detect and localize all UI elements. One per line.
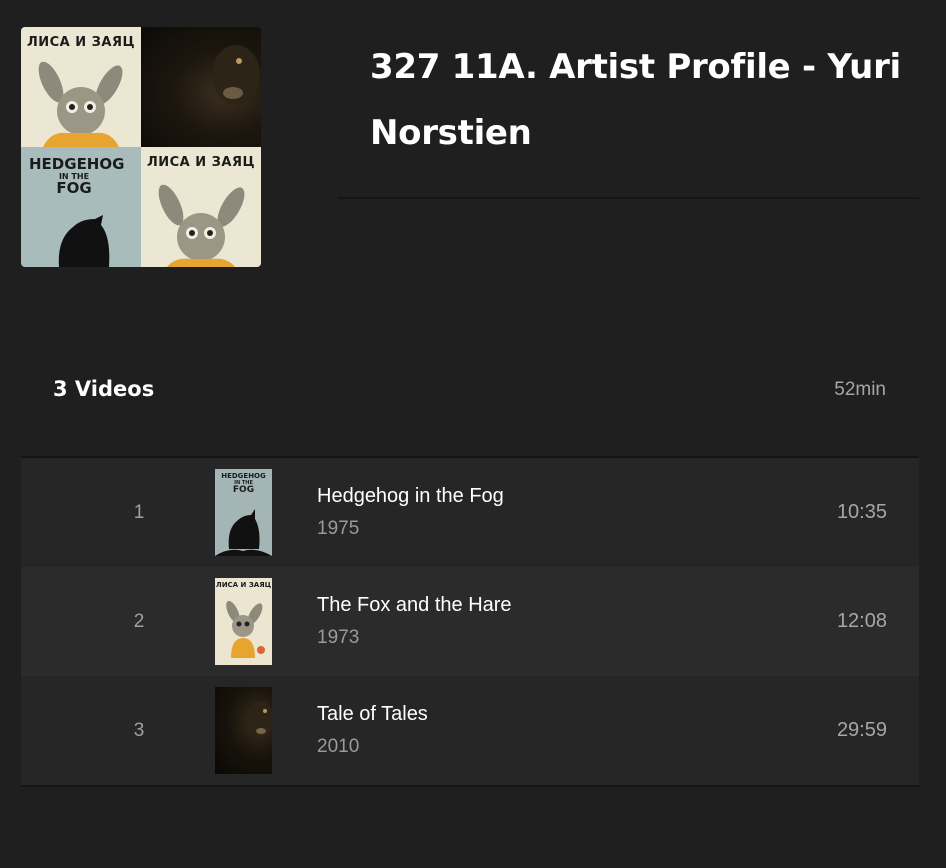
playlist-title-block: 327 11A. Artist Profile - Yuri Norstien (370, 34, 910, 166)
playlist-page: ЛИСА И ЗАЯЦ HEDGEHOG IN THE FOG ЛИСА И З… (0, 0, 946, 868)
list-divider-bottom (21, 785, 919, 787)
video-thumbnail[interactable] (215, 687, 272, 774)
video-row[interactable]: 1 HEDGEHOG IN THE FOG Hedgehog in the Fo… (21, 458, 919, 567)
video-row[interactable]: 2 ЛИСА И ЗАЯЦ The Fox and the Hare 1973 … (21, 567, 919, 676)
video-title[interactable]: Hedgehog in the Fog (317, 485, 504, 508)
cover-tile-label: HEDGEHOG IN THE FOG (29, 155, 125, 197)
video-year: 1975 (317, 518, 360, 539)
video-year: 2010 (317, 736, 360, 757)
header-divider (338, 197, 919, 199)
video-duration: 10:35 (836, 501, 887, 523)
wolf-illustration-icon (249, 701, 272, 737)
wolf-illustration-icon (212, 45, 260, 105)
video-thumbnail[interactable]: HEDGEHOG IN THE FOG (215, 469, 272, 556)
video-duration: 12:08 (836, 610, 887, 632)
video-year: 1973 (317, 627, 360, 648)
video-number: 2 (133, 610, 145, 632)
thumbnail-label: HEDGEHOG IN THE FOG (221, 472, 266, 495)
playlist-title: 327 11A. Artist Profile - Yuri Norstien (370, 47, 901, 153)
video-title[interactable]: Tale of Tales (317, 703, 428, 726)
playlist-cover-art[interactable]: ЛИСА И ЗАЯЦ HEDGEHOG IN THE FOG ЛИСА И З… (21, 27, 261, 267)
cover-tile-hedgehog-in-the-fog: HEDGEHOG IN THE FOG (21, 147, 141, 267)
video-duration: 29:59 (836, 719, 887, 741)
video-row[interactable]: 3 Tale of Tales 2010 29:59 (21, 676, 919, 785)
cover-tile-label: ЛИСА И ЗАЯЦ (26, 35, 136, 50)
total-duration: 52min (834, 379, 886, 400)
thumbnail-label: ЛИСА И ЗАЯЦ (215, 581, 272, 589)
video-thumbnail[interactable]: ЛИСА И ЗАЯЦ (215, 578, 272, 665)
video-number: 1 (133, 501, 145, 523)
video-title[interactable]: The Fox and the Hare (317, 594, 512, 617)
cover-tile-tale-of-tales (141, 27, 261, 147)
cover-tile-fox-and-hare: ЛИСА И ЗАЯЦ (141, 147, 261, 267)
video-count: 3 Videos (53, 377, 155, 401)
cover-tile-fox-and-hare: ЛИСА И ЗАЯЦ (21, 27, 141, 147)
cover-tile-label: ЛИСА И ЗАЯЦ (146, 155, 256, 170)
video-list: 1 HEDGEHOG IN THE FOG Hedgehog in the Fo… (21, 458, 919, 785)
hare-illustration-icon (226, 600, 265, 658)
video-number: 3 (133, 719, 145, 741)
